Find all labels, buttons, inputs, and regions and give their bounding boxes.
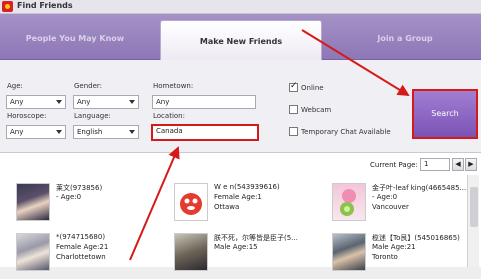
hometown-field[interactable]: Any — [152, 95, 256, 109]
friend-name: *(974715680) — [56, 233, 106, 241]
friend-location: Vancouver — [372, 203, 409, 211]
friend-info: Female Age:1 — [214, 193, 262, 201]
search-button[interactable]: Search — [412, 89, 478, 139]
friend-info: - Age:0 — [372, 193, 398, 201]
chevron-down-icon — [56, 100, 62, 104]
location-label: Location: — [153, 112, 185, 120]
location-field[interactable]: Canada — [151, 124, 259, 141]
list-item[interactable]: 莱文(973856) - Age:0 — [16, 183, 171, 229]
friend-info: - Age:0 — [56, 193, 82, 201]
prev-page-button[interactable]: ◀ — [452, 158, 464, 171]
avatar — [16, 183, 50, 221]
friend-location: Ottawa — [214, 203, 240, 211]
avatar — [174, 183, 208, 221]
tab-bar: People You May Know Make New Friends Joi… — [0, 14, 481, 60]
friend-info: Male Age:15 — [214, 243, 258, 251]
gender-select-value: Any — [77, 98, 91, 106]
list-item[interactable]: 金子叶-leaf king(4665485... - Age:0 Vancouv… — [332, 183, 481, 229]
gender-label: Gender: — [74, 82, 103, 90]
horoscope-select[interactable]: Any — [6, 125, 66, 139]
age-select-value: Any — [10, 98, 24, 106]
list-item[interactable]: 朕不死，尔等皆是臣子(5... Male Age:15 — [174, 233, 329, 279]
current-page-input[interactable]: 1 — [420, 158, 450, 171]
webcam-checkbox[interactable] — [289, 105, 298, 114]
current-page-label: Current Page: — [370, 161, 418, 169]
friend-name: 榄迷【To艮】(545016865) — [372, 234, 460, 242]
window-title: Find Friends — [17, 1, 73, 10]
friend-name: W e n(543939616) — [214, 183, 280, 191]
chevron-down-icon — [56, 130, 62, 134]
friend-location: Charlottetown — [56, 253, 106, 261]
list-item[interactable]: 榄迷【To艮】(545016865) Male Age:21 Toronto — [332, 233, 481, 279]
title-bar: Find Friends — [0, 0, 481, 14]
temporary-chat-checkbox[interactable] — [289, 127, 298, 136]
tab-join-a-group[interactable]: Join a Group — [330, 18, 480, 59]
age-label: Age: — [7, 82, 23, 90]
friend-info: Female Age:21 — [56, 243, 109, 251]
horoscope-label: Horoscope: — [7, 112, 47, 120]
temporary-chat-label: Temporary Chat Available — [301, 128, 391, 136]
next-page-button[interactable]: ▶ — [465, 158, 477, 171]
horoscope-select-value: Any — [10, 128, 24, 136]
gender-select[interactable]: Any — [73, 95, 139, 109]
list-item[interactable]: W e n(543939616) Female Age:1 Ottawa — [174, 183, 329, 229]
online-label: Online — [301, 84, 324, 92]
friend-name: 朕不死，尔等皆是臣子(5... — [214, 234, 298, 242]
chevron-down-icon — [129, 100, 135, 104]
red-mascot-icon — [180, 193, 202, 215]
avatar — [332, 233, 366, 271]
friend-name: 莱文(973856) — [56, 184, 103, 192]
tab-people-you-may-know[interactable]: People You May Know — [0, 18, 150, 59]
online-checkbox[interactable] — [289, 81, 298, 92]
language-label: Language: — [74, 112, 111, 120]
tab-make-new-friends[interactable]: Make New Friends — [160, 20, 322, 60]
language-select-value: English — [77, 128, 103, 136]
avatar — [332, 183, 366, 221]
list-item[interactable]: *(974715680) Female Age:21 Charlottetown — [16, 233, 171, 279]
qq-logo-icon — [2, 1, 13, 12]
avatar — [174, 233, 208, 271]
chevron-down-icon — [129, 130, 135, 134]
age-select[interactable]: Any — [6, 95, 66, 109]
avatar — [16, 233, 50, 271]
webcam-label: Webcam — [301, 106, 332, 114]
friend-location: Toronto — [372, 253, 398, 261]
friend-name: 金子叶-leaf king(4665485... — [372, 184, 467, 192]
hometown-label: Hometown: — [153, 82, 194, 90]
friend-info: Male Age:21 — [372, 243, 416, 251]
language-select[interactable]: English — [73, 125, 139, 139]
flower-icon — [340, 189, 356, 216]
